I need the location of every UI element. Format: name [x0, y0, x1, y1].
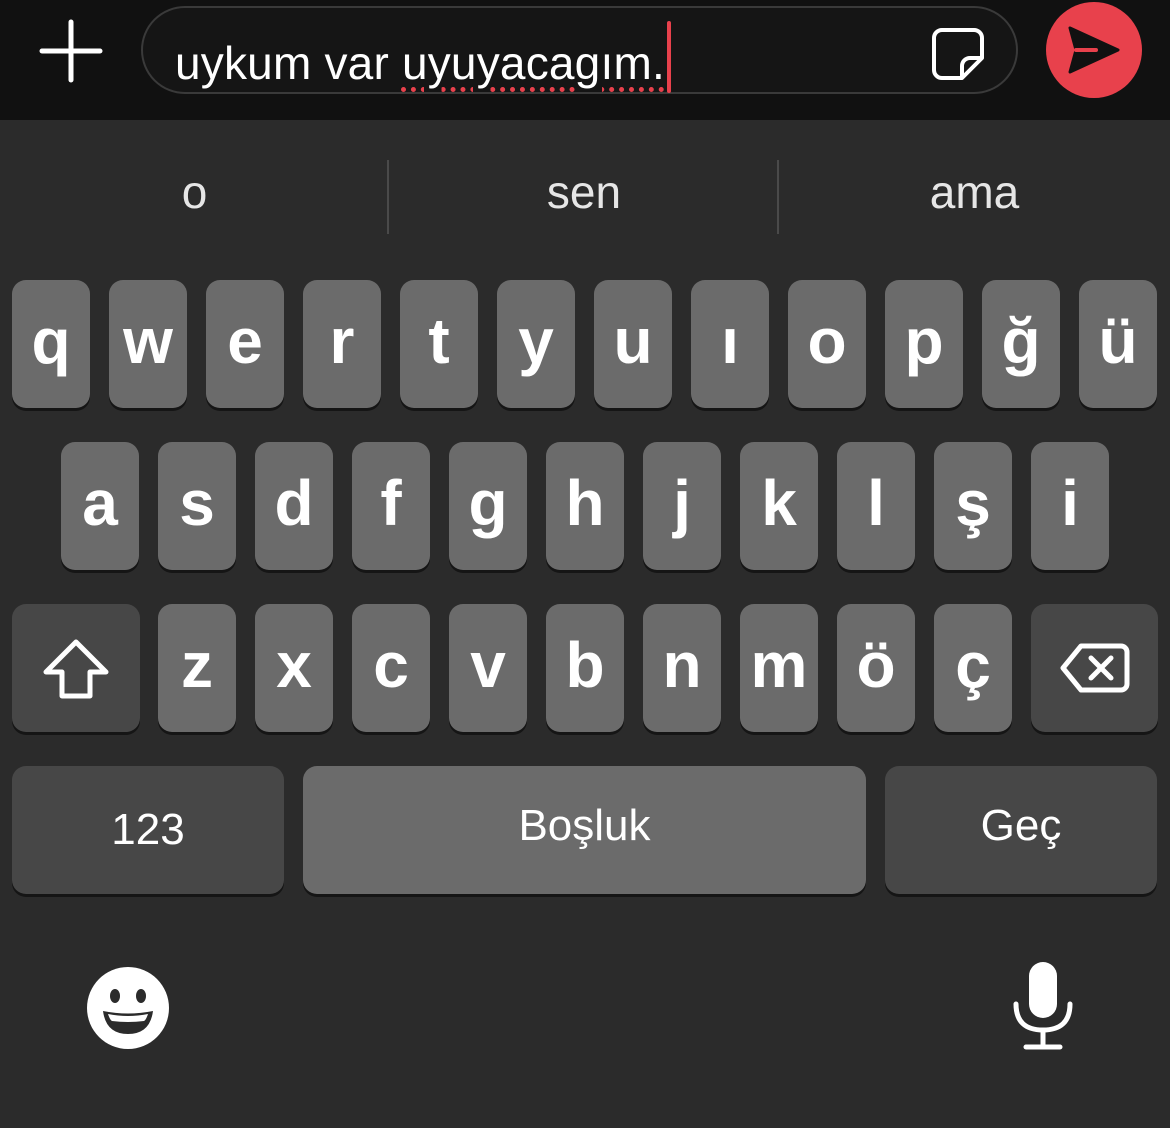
suggestion-3[interactable]: ama	[779, 150, 1170, 234]
sticker-icon	[932, 28, 984, 80]
key-v[interactable]: v	[449, 604, 527, 732]
key-k[interactable]: k	[740, 442, 818, 570]
misspelled-word[interactable]: uyuyacagım.	[402, 37, 665, 89]
key-c-cedilla[interactable]: ç	[934, 604, 1012, 732]
message-composer: uykum var uyuyacagım.	[0, 0, 1170, 120]
key-g-breve[interactable]: ğ	[982, 280, 1060, 408]
key-o-umlaut[interactable]: ö	[837, 604, 915, 732]
key-g[interactable]: g	[449, 442, 527, 570]
key-i[interactable]: i	[1031, 442, 1109, 570]
send-button[interactable]	[1046, 2, 1142, 98]
key-d[interactable]: d	[255, 442, 333, 570]
send-icon	[1068, 26, 1120, 74]
numbers-key[interactable]: 123	[12, 766, 284, 894]
message-text-plain: uykum var	[175, 37, 402, 89]
suggestion-1[interactable]: o	[0, 150, 389, 234]
return-key[interactable]: Geç	[885, 766, 1157, 894]
key-n[interactable]: n	[643, 604, 721, 732]
key-o[interactable]: o	[788, 280, 866, 408]
key-j[interactable]: j	[643, 442, 721, 570]
key-u-umlaut[interactable]: ü	[1079, 280, 1157, 408]
screen: uykum var uyuyacagım. o sen ama q w e r …	[0, 0, 1170, 1128]
plus-icon	[39, 19, 103, 83]
key-b[interactable]: b	[546, 604, 624, 732]
key-f[interactable]: f	[352, 442, 430, 570]
add-attachment-button[interactable]	[38, 18, 104, 84]
emoji-icon	[87, 967, 169, 1049]
backspace-icon	[1060, 643, 1130, 693]
message-input-text[interactable]: uykum var uyuyacagım.	[175, 21, 671, 93]
backspace-key[interactable]	[1031, 604, 1158, 732]
key-y[interactable]: y	[497, 280, 575, 408]
sticker-button[interactable]	[930, 26, 986, 82]
key-z[interactable]: z	[158, 604, 236, 732]
key-e[interactable]: e	[206, 280, 284, 408]
key-s[interactable]: s	[158, 442, 236, 570]
text-caret	[666, 21, 671, 93]
message-input[interactable]: uykum var uyuyacagım.	[141, 6, 1018, 94]
key-p[interactable]: p	[885, 280, 963, 408]
on-screen-keyboard: o sen ama q w e r t y u ı o p ğ ü a s d …	[0, 120, 1170, 1128]
key-a[interactable]: a	[61, 442, 139, 570]
key-s-cedilla[interactable]: ş	[934, 442, 1012, 570]
key-m[interactable]: m	[740, 604, 818, 732]
key-q[interactable]: q	[12, 280, 90, 408]
dictation-button[interactable]	[1010, 960, 1076, 1052]
key-u[interactable]: u	[594, 280, 672, 408]
key-l[interactable]: l	[837, 442, 915, 570]
key-w[interactable]: w	[109, 280, 187, 408]
suggestion-2[interactable]: sen	[389, 150, 779, 234]
shift-key[interactable]	[12, 604, 140, 732]
key-t[interactable]: t	[400, 280, 478, 408]
shift-icon	[43, 639, 109, 699]
key-x[interactable]: x	[255, 604, 333, 732]
emoji-button[interactable]	[86, 966, 170, 1050]
key-dotless-i[interactable]: ı	[691, 280, 769, 408]
space-key[interactable]: Boşluk	[303, 766, 866, 894]
microphone-icon	[1013, 962, 1073, 1050]
key-h[interactable]: h	[546, 442, 624, 570]
key-c[interactable]: c	[352, 604, 430, 732]
key-r[interactable]: r	[303, 280, 381, 408]
